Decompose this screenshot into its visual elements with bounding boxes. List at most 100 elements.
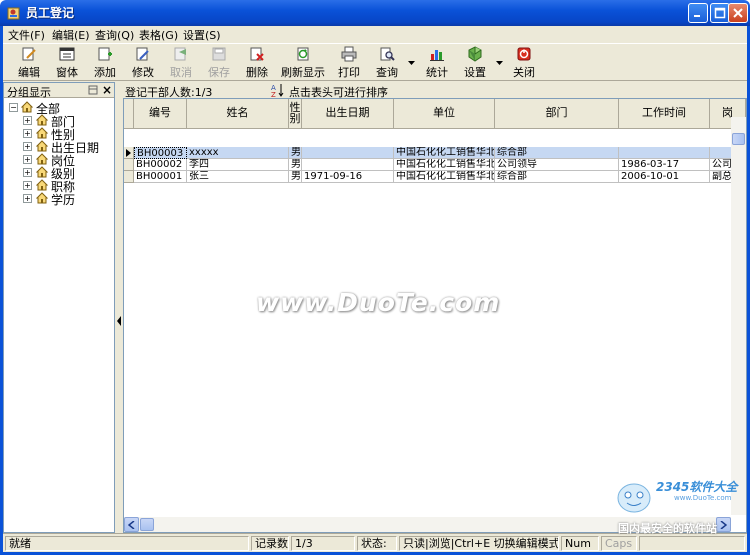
expand-icon[interactable]: + bbox=[23, 181, 32, 190]
cell-gender[interactable]: 男 bbox=[289, 159, 302, 171]
column-header-work-date[interactable]: 工作时间 bbox=[619, 99, 710, 129]
refresh-icon bbox=[297, 47, 309, 61]
expand-icon[interactable]: + bbox=[23, 155, 32, 164]
status-records-label: 记录数: bbox=[251, 536, 289, 551]
cell-work-date[interactable] bbox=[619, 147, 710, 159]
home-icon bbox=[36, 166, 48, 178]
cell-unit[interactable]: 中国石化化工销售华北 bbox=[394, 147, 495, 159]
home-icon bbox=[36, 192, 48, 204]
status-empty bbox=[639, 536, 745, 551]
group-panel-title: 分组显示 bbox=[7, 86, 51, 99]
title-bar: 员工登记 bbox=[0, 0, 750, 26]
vertical-scroll-thumb[interactable] bbox=[732, 133, 745, 145]
settings-button[interactable]: 设置 bbox=[457, 46, 493, 80]
cell-department[interactable]: 综合部 bbox=[495, 171, 619, 183]
menu-settings[interactable]: 设置(S) bbox=[183, 27, 221, 43]
cell-birthdate[interactable] bbox=[302, 159, 394, 171]
collapse-icon[interactable]: − bbox=[9, 103, 18, 112]
cell-unit[interactable]: 中国石化化工销售华北 bbox=[394, 171, 495, 183]
home-icon bbox=[36, 179, 48, 191]
collapse-panel-icon[interactable] bbox=[117, 316, 121, 326]
cell-work-date[interactable]: 2006-10-01 bbox=[619, 171, 710, 183]
cell-name[interactable]: 张三 bbox=[187, 171, 289, 183]
refresh-button[interactable]: 刷新显示 bbox=[281, 46, 325, 80]
home-icon bbox=[36, 114, 48, 126]
delete-button[interactable]: 删除 bbox=[239, 46, 275, 80]
maximize-button[interactable] bbox=[710, 3, 730, 23]
site-logo: 2345软件大全 www.DuoTe.com 国内最安全的软件站 bbox=[612, 478, 748, 538]
menu-file[interactable]: 文件(F) bbox=[8, 27, 45, 43]
stats-button[interactable]: 统计 bbox=[419, 46, 455, 80]
cell-gender[interactable]: 男 bbox=[289, 147, 302, 159]
panel-splitter[interactable] bbox=[116, 82, 122, 533]
column-header-birthdate[interactable]: 出生日期 bbox=[302, 99, 394, 129]
pin-icon[interactable] bbox=[88, 85, 98, 95]
print-button[interactable]: 打印 bbox=[331, 46, 367, 80]
cell-id[interactable]: BH00002 bbox=[134, 159, 187, 171]
status-caps: Caps bbox=[601, 536, 637, 551]
modify-button[interactable]: 修改 bbox=[125, 46, 161, 80]
cell-department[interactable]: 综合部 bbox=[495, 147, 619, 159]
brand-text: 2345软件大全 bbox=[656, 480, 738, 494]
watermark: www.DuoTe.com bbox=[256, 288, 501, 317]
add-icon bbox=[98, 47, 112, 61]
modify-icon bbox=[136, 47, 149, 61]
edit-button[interactable]: 编辑 bbox=[11, 46, 47, 80]
info-bar: 登记干部人数:1/3 A Z 点击表头可进行排序 bbox=[123, 82, 747, 99]
home-icon bbox=[36, 153, 48, 165]
column-header-unit[interactable]: 单位 bbox=[394, 99, 495, 129]
cell-name[interactable]: 李四 bbox=[187, 159, 289, 171]
column-header-gender[interactable]: 性别 bbox=[289, 99, 302, 129]
settings-dropdown-icon[interactable] bbox=[496, 60, 503, 66]
expand-icon[interactable]: + bbox=[23, 142, 32, 151]
save-button[interactable]: 保存 bbox=[201, 46, 237, 80]
bar-chart-icon bbox=[430, 50, 444, 61]
cell-id[interactable]: BH00003 bbox=[134, 147, 187, 159]
menu-edit[interactable]: 编辑(E) bbox=[52, 27, 90, 43]
horizontal-scroll-thumb[interactable] bbox=[140, 518, 154, 531]
scroll-left-button[interactable] bbox=[124, 517, 139, 532]
menu-query[interactable]: 查询(Q) bbox=[95, 27, 134, 43]
expand-icon[interactable]: + bbox=[23, 194, 32, 203]
minimize-button[interactable] bbox=[688, 3, 708, 23]
cell-department[interactable]: 公司领导 bbox=[495, 159, 619, 171]
row-indicator bbox=[124, 171, 134, 183]
maximize-icon bbox=[714, 7, 726, 19]
column-header-id[interactable]: 编号 bbox=[134, 99, 187, 129]
add-button[interactable]: 添加 bbox=[87, 46, 123, 80]
grid-corner bbox=[124, 99, 134, 129]
cell-work-date[interactable]: 1986-03-17 bbox=[619, 159, 710, 171]
close-icon bbox=[733, 8, 743, 18]
close-button[interactable]: 关闭 bbox=[506, 46, 542, 80]
settings-icon bbox=[468, 46, 482, 62]
query-button[interactable]: 查询 bbox=[369, 46, 405, 80]
site-slogan: 国内最安全的软件站 bbox=[618, 522, 717, 535]
group-panel-close-icon[interactable]: × bbox=[102, 83, 112, 97]
cancel-button[interactable]: 取消 bbox=[163, 46, 199, 80]
expand-icon[interactable]: + bbox=[23, 168, 32, 177]
window-form-button[interactable]: 窗体 bbox=[49, 46, 85, 80]
column-header-name[interactable]: 姓名 bbox=[187, 99, 289, 129]
query-dropdown-icon[interactable] bbox=[408, 60, 415, 66]
cell-id[interactable]: BH00001 bbox=[134, 171, 187, 183]
expand-icon[interactable]: + bbox=[23, 129, 32, 138]
status-ready: 就绪 bbox=[5, 536, 249, 551]
vertical-scrollbar[interactable] bbox=[731, 117, 746, 515]
cancel-icon bbox=[174, 47, 186, 61]
close-window-button[interactable] bbox=[728, 3, 748, 23]
cell-birthdate[interactable] bbox=[302, 147, 394, 159]
cell-unit[interactable]: 中国石化化工销售华北 bbox=[394, 159, 495, 171]
status-state-label: 状态: bbox=[357, 536, 397, 551]
column-header-department[interactable]: 部门 bbox=[495, 99, 619, 129]
cell-gender[interactable]: 男 bbox=[289, 171, 302, 183]
form-icon bbox=[59, 47, 75, 61]
expand-icon[interactable]: + bbox=[23, 116, 32, 125]
printer-icon bbox=[341, 46, 357, 62]
mascot-icon bbox=[617, 483, 651, 513]
current-row-icon bbox=[126, 149, 131, 157]
cell-name[interactable]: xxxxx bbox=[187, 147, 289, 159]
svg-text:Z: Z bbox=[271, 91, 276, 97]
menu-table[interactable]: 表格(G) bbox=[139, 27, 178, 43]
cell-birthdate[interactable]: 1971-09-16 bbox=[302, 171, 394, 183]
status-num: Num bbox=[561, 536, 599, 551]
